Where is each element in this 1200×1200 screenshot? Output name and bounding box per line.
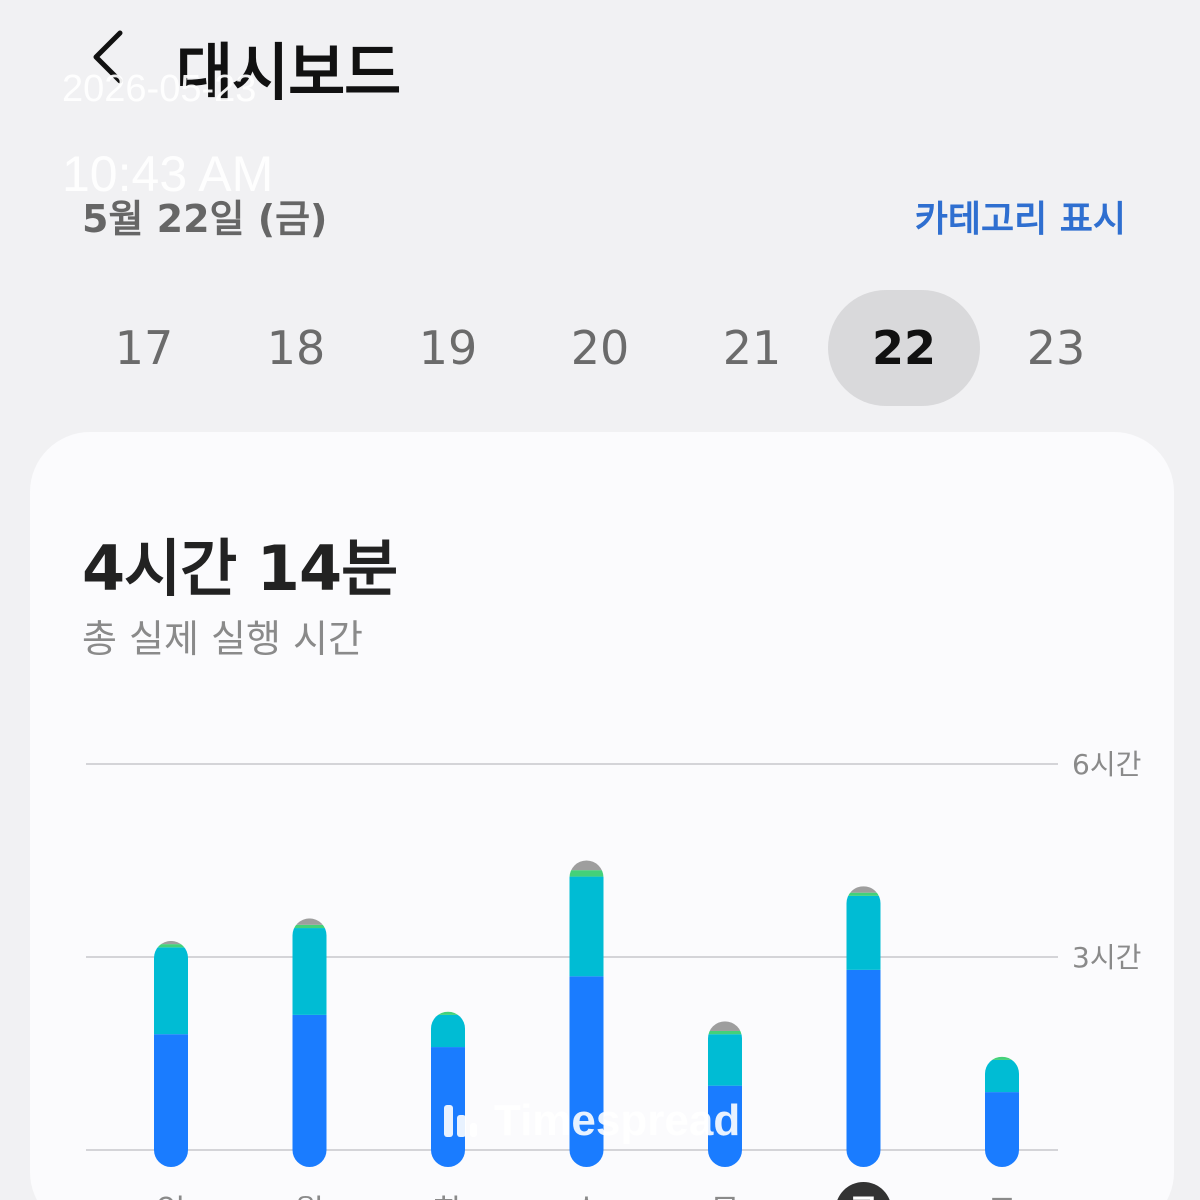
- bar-group[interactable]: [292, 918, 327, 1167]
- bar-segment: [708, 1021, 742, 1031]
- weekday-label[interactable]: 월: [295, 1192, 324, 1200]
- bar-group[interactable]: [846, 886, 881, 1167]
- bar-segment: [431, 1011, 465, 1015]
- weekday-label[interactable]: 화: [433, 1192, 462, 1200]
- day-item-18[interactable]: 18: [220, 290, 372, 406]
- bar-segment: [569, 876, 604, 977]
- bar-segment: [846, 892, 881, 896]
- bar-segment: [154, 1034, 188, 1167]
- bar-group[interactable]: [154, 940, 188, 1167]
- day-item-21[interactable]: 21: [676, 290, 828, 406]
- bar-segment: [154, 944, 188, 948]
- watermark: Timespread: [440, 1096, 740, 1146]
- day-item-19[interactable]: 19: [372, 290, 524, 406]
- selected-date-label: 5월 22일 (금): [82, 197, 328, 241]
- day-item-20[interactable]: 20: [524, 290, 676, 406]
- bar-segment: [292, 1014, 327, 1167]
- bar-segment: [846, 969, 881, 1167]
- y-tick-label: 3시간: [1072, 941, 1141, 974]
- bar-segment: [569, 860, 604, 871]
- watermark-text: Timespread: [494, 1096, 741, 1145]
- show-category-button[interactable]: 카테고리 표시: [915, 190, 1126, 242]
- bar-segment: [569, 870, 604, 877]
- bar-segment: [154, 940, 188, 945]
- summary-card: 4시간 14분 총 실제 실행 시간 6시간3시간일월화수목금토: [30, 432, 1174, 1200]
- bar-segment: [292, 928, 327, 1015]
- bar-segment: [154, 947, 188, 1035]
- bar-group[interactable]: [985, 1056, 1019, 1167]
- day-item-23[interactable]: 23: [980, 290, 1132, 406]
- bar-segment: [708, 1034, 742, 1086]
- day-item-17[interactable]: 17: [68, 290, 220, 406]
- weekday-label[interactable]: 금: [849, 1192, 878, 1200]
- weekday-label[interactable]: 목: [710, 1192, 739, 1200]
- bar-segment: [292, 924, 327, 929]
- day-strip: 17 18 19 20 21 22 23: [0, 290, 1200, 410]
- app-logo-icon: [444, 1105, 477, 1137]
- weekday-label[interactable]: 토: [987, 1192, 1016, 1200]
- bar-segment: [985, 1059, 1019, 1093]
- bar-segment: [292, 918, 327, 925]
- bar-segment: [708, 1030, 742, 1035]
- overlay-date: 2026-05-23: [62, 68, 257, 110]
- bar-segment: [846, 895, 881, 970]
- weekly-bar-chart: 6시간 3시간일 월 화 수 목 금 토: [86, 748, 1141, 1200]
- y-tick-label: 6시간: [1072, 748, 1141, 781]
- bar-segment: [985, 1056, 1019, 1060]
- weekday-label[interactable]: 수: [572, 1192, 601, 1200]
- bar-segment: [431, 1014, 465, 1048]
- day-item-22[interactable]: 22: [828, 290, 980, 406]
- bar-segment: [846, 886, 881, 893]
- bar-segment: [985, 1092, 1019, 1167]
- weekday-label[interactable]: 일: [156, 1192, 185, 1200]
